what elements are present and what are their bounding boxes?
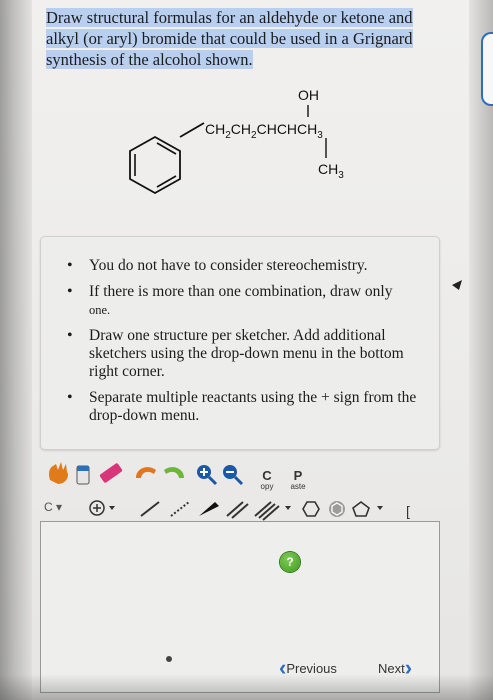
instructions-list: You do not have to consider stereochemis… xyxy=(41,257,429,433)
zoom-out-icon[interactable] xyxy=(223,465,244,486)
hashed-bond-icon[interactable] xyxy=(170,501,190,517)
side-tab[interactable] xyxy=(481,32,493,106)
charge-plus-icon[interactable] xyxy=(89,500,115,516)
wedge-bond-icon[interactable] xyxy=(199,502,219,516)
instruction-item: Draw one structure per sketcher. Add add… xyxy=(67,327,429,381)
ring-to-chain-bond xyxy=(179,122,205,138)
bracket-tool[interactable]: [ xyxy=(406,503,410,519)
canvas-dot xyxy=(166,656,172,662)
chain-label: CH2CH2CHCHCH3 xyxy=(205,121,323,141)
single-bond-icon[interactable] xyxy=(140,501,160,517)
instruction-item: If there is more than one combination, d… xyxy=(67,283,429,319)
copy-button[interactable]: C opy xyxy=(255,469,279,491)
zoom-in-icon[interactable] xyxy=(197,465,218,486)
instruction-item: Separate multiple reactants using the + … xyxy=(67,389,429,425)
element-select[interactable]: C ▾ xyxy=(44,500,74,518)
mouse-cursor-icon xyxy=(452,280,462,290)
ring-benzene-icon[interactable] xyxy=(329,501,345,517)
help-button[interactable]: ? xyxy=(280,552,300,572)
benzene-ring xyxy=(129,135,181,195)
paste-button[interactable]: P aste xyxy=(286,469,310,491)
bottom-shadow xyxy=(0,674,493,700)
redo-icon[interactable] xyxy=(164,467,184,478)
methyl-label: CH3 xyxy=(318,161,344,181)
alcohol-structure: OH CH2CH2CHCHCH3 CH3 xyxy=(129,87,344,195)
question-text: Draw structural formulas for an aldehyde… xyxy=(46,7,436,70)
undo-icon[interactable] xyxy=(136,467,156,478)
left-shadow xyxy=(0,0,32,700)
eraser-icon[interactable] xyxy=(99,463,123,484)
chevron-down-icon: ▾ xyxy=(56,500,63,514)
triple-bond-icon[interactable] xyxy=(254,501,291,521)
hand-tool-icon[interactable] xyxy=(49,462,68,484)
ring-pentagon-icon[interactable] xyxy=(352,501,383,517)
ring-hexagon-icon[interactable] xyxy=(302,501,320,517)
toolbar-row-2 xyxy=(89,500,383,521)
lasso-erase-icon[interactable] xyxy=(76,465,90,485)
double-bond-icon[interactable] xyxy=(226,501,249,519)
instruction-item: You do not have to consider stereochemis… xyxy=(67,257,429,275)
instructions-box: You do not have to consider stereochemis… xyxy=(40,236,440,450)
question-highlight: Draw structural formulas for an aldehyde… xyxy=(46,8,413,69)
oh-label: OH xyxy=(298,87,319,103)
